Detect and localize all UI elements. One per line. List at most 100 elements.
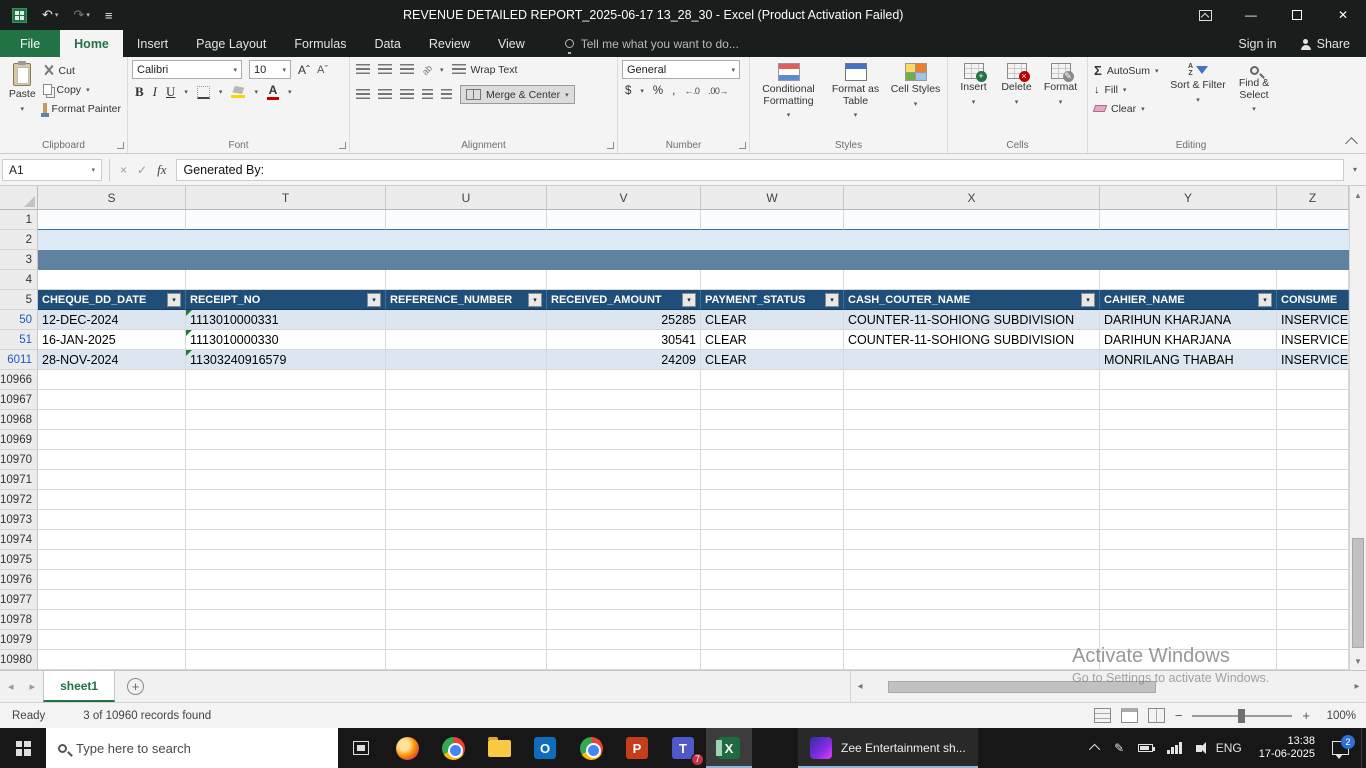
cell[interactable]: INSERVICE bbox=[1277, 330, 1349, 350]
font-size-select[interactable]: 10▾ bbox=[249, 60, 291, 79]
pen-tray-button[interactable]: ✎ bbox=[1107, 728, 1131, 768]
fill-color-button[interactable] bbox=[231, 86, 245, 98]
row-header-50[interactable]: 50 bbox=[0, 310, 38, 330]
add-sheet-button[interactable]: + bbox=[127, 678, 144, 695]
cell[interactable] bbox=[547, 370, 701, 390]
cell[interactable] bbox=[186, 550, 386, 570]
decrease-font-size-button[interactable]: Aˇ bbox=[317, 64, 328, 76]
row-header-10968[interactable]: 10968 bbox=[0, 410, 38, 430]
row-header-10977[interactable]: 10977 bbox=[0, 590, 38, 610]
cell[interactable] bbox=[186, 510, 386, 530]
zoom-level[interactable]: 100% bbox=[1320, 710, 1356, 722]
tab-data[interactable]: Data bbox=[360, 30, 414, 57]
filter-button[interactable]: ▾ bbox=[825, 293, 839, 307]
maximize-button[interactable] bbox=[1274, 0, 1320, 30]
cell[interactable] bbox=[1100, 630, 1277, 650]
cell[interactable] bbox=[1100, 430, 1277, 450]
cell[interactable] bbox=[547, 490, 701, 510]
cell[interactable] bbox=[547, 270, 701, 290]
tab-insert[interactable]: Insert bbox=[123, 30, 182, 57]
cell[interactable] bbox=[547, 410, 701, 430]
row-header-10967[interactable]: 10967 bbox=[0, 390, 38, 410]
decrease-indent-button[interactable] bbox=[422, 89, 433, 100]
show-desktop-button[interactable] bbox=[1361, 728, 1366, 768]
cell[interactable] bbox=[38, 410, 186, 430]
cell[interactable] bbox=[547, 590, 701, 610]
cell[interactable] bbox=[547, 210, 701, 230]
cell[interactable] bbox=[38, 570, 186, 590]
cell[interactable] bbox=[38, 550, 186, 570]
customize-quick-access-button[interactable]: ≡ bbox=[105, 8, 113, 23]
row-header-51[interactable]: 51 bbox=[0, 330, 38, 350]
cell[interactable] bbox=[186, 650, 386, 670]
cell[interactable] bbox=[38, 210, 186, 230]
cell[interactable] bbox=[1100, 570, 1277, 590]
cell[interactable] bbox=[844, 630, 1100, 650]
cell[interactable] bbox=[38, 510, 186, 530]
cell[interactable] bbox=[701, 430, 844, 450]
cell[interactable]: 25285 bbox=[547, 310, 701, 330]
collapse-ribbon-button[interactable] bbox=[1345, 137, 1358, 150]
row-header-10971[interactable]: 10971 bbox=[0, 470, 38, 490]
zoom-in-button[interactable]: + bbox=[1302, 708, 1310, 723]
align-left-button[interactable] bbox=[356, 89, 370, 100]
cell[interactable] bbox=[701, 550, 844, 570]
select-all-corner[interactable] bbox=[0, 186, 38, 210]
cell[interactable] bbox=[38, 470, 186, 490]
header-CHEQUE_DD_DATE[interactable]: CHEQUE_DD_DATE▾ bbox=[38, 290, 186, 310]
column-header-Y[interactable]: Y bbox=[1100, 186, 1277, 210]
paste-button[interactable]: Paste ▾ bbox=[4, 60, 41, 134]
cell[interactable] bbox=[844, 430, 1100, 450]
taskbar-app-teams[interactable]: T7 bbox=[660, 728, 706, 768]
cell[interactable] bbox=[38, 590, 186, 610]
fill-button[interactable]: ↓Fill▾ bbox=[1094, 82, 1168, 97]
clear-button[interactable]: Clear▾ bbox=[1094, 101, 1168, 116]
cell[interactable] bbox=[386, 230, 547, 250]
share-button[interactable]: Share bbox=[1301, 37, 1350, 51]
cell[interactable] bbox=[1100, 250, 1277, 270]
filter-button[interactable]: ▾ bbox=[682, 293, 696, 307]
cell[interactable] bbox=[701, 230, 844, 250]
cell[interactable] bbox=[386, 650, 547, 670]
hidden-icons-button[interactable] bbox=[1085, 728, 1107, 768]
column-header-X[interactable]: X bbox=[844, 186, 1100, 210]
cell[interactable] bbox=[386, 610, 547, 630]
header-CONSUME[interactable]: CONSUME bbox=[1277, 290, 1349, 310]
wrap-text-button[interactable]: Wrap Text bbox=[452, 60, 518, 79]
cell[interactable] bbox=[1100, 270, 1277, 290]
cell[interactable] bbox=[844, 390, 1100, 410]
cell[interactable] bbox=[1277, 550, 1349, 570]
cell[interactable] bbox=[38, 630, 186, 650]
cell[interactable] bbox=[701, 250, 844, 270]
volume-tray-button[interactable] bbox=[1189, 728, 1209, 768]
cell[interactable]: INSERVICE bbox=[1277, 310, 1349, 330]
cell[interactable] bbox=[186, 250, 386, 270]
cell[interactable] bbox=[1100, 390, 1277, 410]
row-header-10972[interactable]: 10972 bbox=[0, 490, 38, 510]
formula-cancel-button[interactable]: × bbox=[120, 163, 127, 177]
cell[interactable] bbox=[547, 470, 701, 490]
merge-center-button[interactable]: Merge & Center▾ bbox=[460, 85, 575, 104]
cell[interactable] bbox=[1277, 570, 1349, 590]
cell[interactable] bbox=[1277, 430, 1349, 450]
cell[interactable] bbox=[1277, 490, 1349, 510]
bold-button[interactable]: B bbox=[135, 84, 144, 100]
row-header-10979[interactable]: 10979 bbox=[0, 630, 38, 650]
cell[interactable] bbox=[186, 410, 386, 430]
row-header-3[interactable]: 3 bbox=[0, 250, 38, 270]
conditional-formatting-button[interactable]: Conditional Formatting▾ bbox=[757, 60, 821, 134]
task-view-button[interactable] bbox=[338, 728, 384, 768]
font-color-button[interactable]: A bbox=[267, 85, 279, 100]
align-center-button[interactable] bbox=[378, 89, 392, 100]
cell[interactable] bbox=[547, 610, 701, 630]
increase-font-size-button[interactable]: Aˆ bbox=[298, 63, 310, 77]
zoom-slider[interactable] bbox=[1192, 715, 1292, 717]
row-header-10974[interactable]: 10974 bbox=[0, 530, 38, 550]
cell[interactable] bbox=[701, 650, 844, 670]
cell[interactable] bbox=[186, 490, 386, 510]
cell[interactable] bbox=[186, 630, 386, 650]
zoom-out-button[interactable]: − bbox=[1175, 708, 1183, 723]
cell[interactable] bbox=[386, 410, 547, 430]
sort-filter-button[interactable]: AZ Sort & Filter▾ bbox=[1170, 60, 1226, 134]
cell[interactable]: 16-JAN-2025 bbox=[38, 330, 186, 350]
